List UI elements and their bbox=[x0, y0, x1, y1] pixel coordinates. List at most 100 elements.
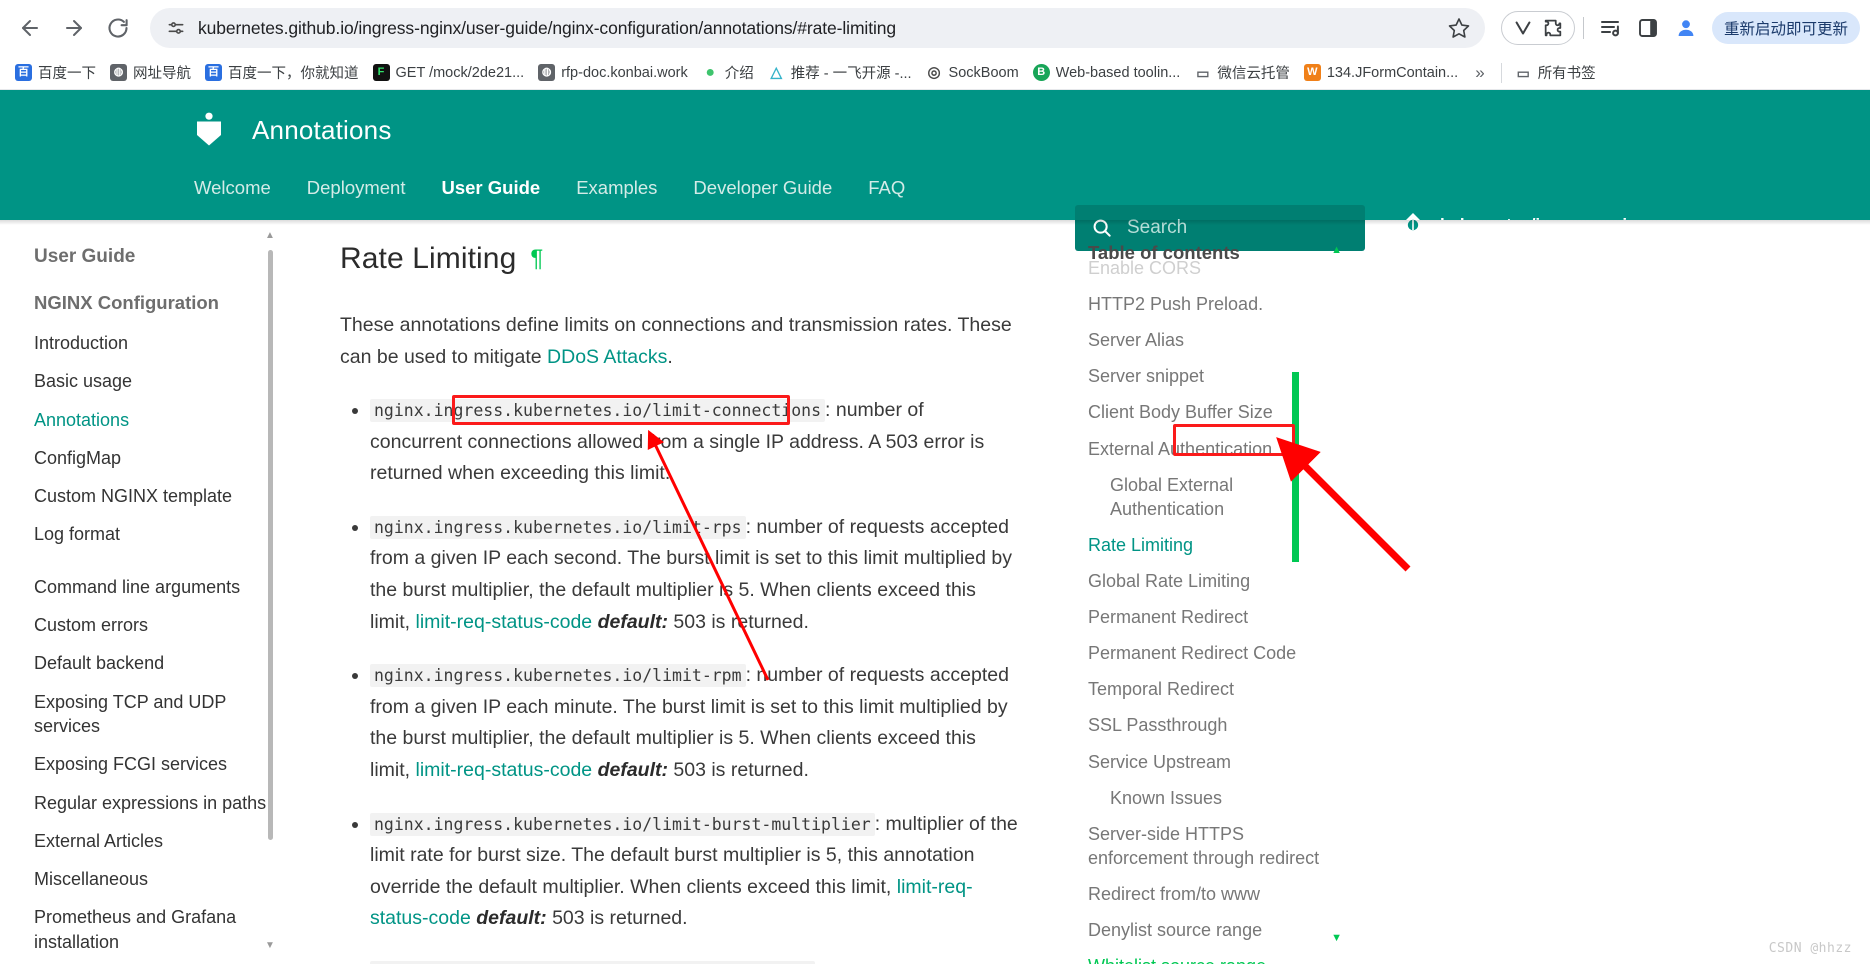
sidebar-item-custom-errors[interactable]: Custom errors bbox=[10, 606, 280, 644]
tab-examples[interactable]: Examples bbox=[558, 177, 675, 199]
baidu-icon: 百 bbox=[205, 64, 222, 81]
extensions-puzzle-icon bbox=[1544, 19, 1562, 37]
tab-welcome[interactable]: Welcome bbox=[176, 177, 289, 199]
sidebar-item-external-articles[interactable]: External Articles bbox=[10, 822, 280, 860]
sidebar-item-introduction[interactable]: Introduction bbox=[10, 324, 280, 362]
bookmark-label: Web-based toolin... bbox=[1055, 64, 1181, 81]
annotation-description-tail: 503 is returned. bbox=[667, 758, 809, 781]
sidebar-scrollbar-thumb[interactable] bbox=[268, 250, 273, 840]
sidebar-item-default-backend[interactable]: Default backend bbox=[10, 644, 280, 682]
toc-item-known-issues[interactable]: Known Issues bbox=[1070, 780, 1348, 816]
bookmark-item[interactable]: ◍ rfp-doc.konbai.work bbox=[531, 60, 695, 85]
limit-req-status-code-link[interactable]: limit-req-status-code bbox=[416, 611, 593, 633]
toc-item-ssl-passthrough[interactable]: SSL Passthrough bbox=[1070, 707, 1348, 743]
sidebar-item-exposing-fcgi-services[interactable]: Exposing FCGI services bbox=[10, 745, 280, 783]
update-button[interactable]: 重新启动即可更新 bbox=[1711, 12, 1860, 44]
toc-item-whitelist-source-range[interactable]: Whitelist source range bbox=[1070, 948, 1348, 964]
permalink-icon[interactable]: ¶ bbox=[530, 245, 543, 273]
main-content: Rate Limiting ¶ These annotations define… bbox=[300, 220, 1060, 964]
toc-item-redirect-from-to-www[interactable]: Redirect from/to www bbox=[1070, 876, 1348, 912]
word-icon: W bbox=[1303, 64, 1321, 81]
mkdocs-material-logo[interactable] bbox=[190, 112, 228, 148]
sidebar-item-log-format[interactable]: Log format bbox=[10, 515, 280, 553]
sidebar-item-miscellaneous[interactable]: Miscellaneous bbox=[10, 860, 280, 898]
sidebar-item-multiple-ingress-controllers[interactable]: Multiple Ingress controllers bbox=[10, 961, 280, 964]
site-nav-tabs: Welcome Deployment User Guide Examples D… bbox=[0, 162, 1870, 214]
bookmark-item[interactable]: W 134.JFormContain... bbox=[1297, 60, 1465, 85]
toc-item-global-external-authentication[interactable]: Global External Authentication bbox=[1070, 467, 1348, 527]
annotation-code-limit-rate-after: nginx.ingress.kubernetes.io/limit-rate-a… bbox=[370, 960, 816, 964]
site-settings-icon[interactable] bbox=[166, 18, 186, 38]
sidebar-item-configmap[interactable]: ConfigMap bbox=[10, 439, 280, 477]
sidebar-item-prometheus-grafana-installation[interactable]: Prometheus and Grafana installation bbox=[10, 898, 280, 961]
toc-item-permanent-redirect[interactable]: Permanent Redirect bbox=[1070, 599, 1348, 635]
bookmark-item[interactable]: F GET /mock/2de21... bbox=[366, 60, 532, 85]
default-label: default: bbox=[476, 907, 547, 930]
sidebar-item-annotations[interactable]: Annotations bbox=[10, 401, 280, 439]
list-item: nginx.ingress.kubernetes.io/limit-connec… bbox=[370, 395, 1020, 490]
toc-item-denylist-source-range[interactable]: Denylist source range bbox=[1070, 912, 1348, 948]
sidebar-item-custom-nginx-template[interactable]: Custom NGINX template bbox=[10, 477, 280, 515]
tab-developer-guide[interactable]: Developer Guide bbox=[675, 177, 850, 199]
bookmark-item[interactable]: ◎ SockBoom bbox=[919, 60, 1026, 85]
forward-button[interactable] bbox=[54, 8, 94, 48]
list-item: nginx.ingress.kubernetes.io/limit-rate-a… bbox=[370, 957, 1020, 964]
chevron-up-icon[interactable]: ▲ bbox=[1331, 244, 1342, 256]
bookmarks-overflow-button[interactable]: » bbox=[1465, 59, 1494, 87]
url-text[interactable]: kubernetes.github.io/ingress-nginx/user-… bbox=[198, 18, 1429, 39]
side-panel-icon[interactable] bbox=[1630, 10, 1666, 46]
apifox-icon: F bbox=[372, 64, 390, 81]
annotation-description-tail: 503 is returned. bbox=[667, 610, 809, 633]
intro-paragraph: These annotations define limits on conne… bbox=[340, 310, 1020, 373]
bookmark-item[interactable]: ◍ 网址导航 bbox=[103, 58, 198, 87]
all-bookmarks-button[interactable]: ▭ 所有书签 bbox=[1508, 58, 1603, 87]
leaf-icon: ● bbox=[705, 63, 716, 81]
address-bar[interactable]: kubernetes.github.io/ingress-nginx/user-… bbox=[150, 8, 1485, 48]
limit-req-status-code-link[interactable]: limit-req-status-code bbox=[416, 759, 593, 781]
bookmark-star-icon[interactable] bbox=[1441, 16, 1471, 40]
toc-item-temporal-redirect[interactable]: Temporal Redirect bbox=[1070, 671, 1348, 707]
extension-group[interactable] bbox=[1500, 11, 1575, 45]
bookmark-item[interactable]: △ 推荐 - 一飞开源 -... bbox=[761, 58, 919, 87]
heading-text: Rate Limiting bbox=[340, 242, 517, 275]
triangle-icon: △ bbox=[770, 64, 782, 81]
chevron-down-icon[interactable]: ▼ bbox=[1331, 932, 1342, 944]
toc-item-server-side-https-enforcement[interactable]: Server-side HTTPS enforcement through re… bbox=[1070, 816, 1348, 876]
toc-item-service-upstream[interactable]: Service Upstream bbox=[1070, 744, 1348, 780]
toc-item-rate-limiting[interactable]: Rate Limiting bbox=[1070, 527, 1348, 563]
page-body: User Guide NGINX Configuration Introduct… bbox=[0, 220, 1870, 964]
toc-item-client-body-buffer-size[interactable]: Client Body Buffer Size bbox=[1070, 394, 1348, 430]
toc-item-server-alias[interactable]: Server Alias bbox=[1070, 322, 1348, 358]
sidebar-item-regular-expressions-in-paths[interactable]: Regular expressions in paths bbox=[10, 784, 280, 822]
ddos-attacks-link[interactable]: DDoS Attacks bbox=[547, 346, 667, 368]
bookmark-item[interactable]: 百百度一下，你就知道 bbox=[198, 58, 366, 87]
bookmark-item[interactable]: 百百度一下 bbox=[8, 58, 103, 87]
chevron-down-icon: ▼ bbox=[265, 940, 275, 951]
green-circle-icon: B bbox=[1032, 64, 1050, 81]
default-label: default: bbox=[597, 758, 668, 781]
back-button[interactable] bbox=[10, 8, 50, 48]
sidebar-item-command-line-arguments[interactable]: Command line arguments bbox=[10, 568, 280, 606]
toc-item-external-authentication[interactable]: External Authentication bbox=[1070, 431, 1348, 467]
reading-list-icon[interactable] bbox=[1592, 10, 1628, 46]
toc-item-permanent-redirect-code[interactable]: Permanent Redirect Code bbox=[1070, 635, 1348, 671]
reload-button[interactable] bbox=[98, 8, 138, 48]
tab-user-guide[interactable]: User Guide bbox=[423, 177, 558, 199]
toc-item-http2-push-preload[interactable]: HTTP2 Push Preload. bbox=[1070, 286, 1348, 322]
toc-item-global-rate-limiting[interactable]: Global Rate Limiting bbox=[1070, 563, 1348, 599]
bookmarks-divider bbox=[1500, 62, 1502, 83]
browser-chrome: kubernetes.github.io/ingress-nginx/user-… bbox=[0, 0, 1870, 90]
bookmark-item[interactable]: ▭ 微信云托管 bbox=[1187, 58, 1297, 87]
profile-avatar-icon[interactable] bbox=[1668, 10, 1704, 46]
sidebar-item-basic-usage[interactable]: Basic usage bbox=[10, 362, 280, 400]
bookmark-item[interactable]: ● 介绍 bbox=[695, 58, 761, 87]
page-viewport: Annotations Search kubernetes/ingress-ng… bbox=[0, 90, 1870, 964]
bookmark-item[interactable]: B Web-based toolin... bbox=[1026, 60, 1188, 85]
toc-item-server-snippet[interactable]: Server snippet bbox=[1070, 358, 1348, 394]
page-title: Annotations bbox=[252, 114, 392, 145]
sidebar-item-exposing-tcp-udp-services[interactable]: Exposing TCP and UDP services bbox=[10, 683, 280, 746]
tab-faq[interactable]: FAQ bbox=[850, 177, 923, 199]
tab-deployment[interactable]: Deployment bbox=[289, 177, 424, 199]
watermark: CSDN @hhzz bbox=[1768, 941, 1852, 956]
